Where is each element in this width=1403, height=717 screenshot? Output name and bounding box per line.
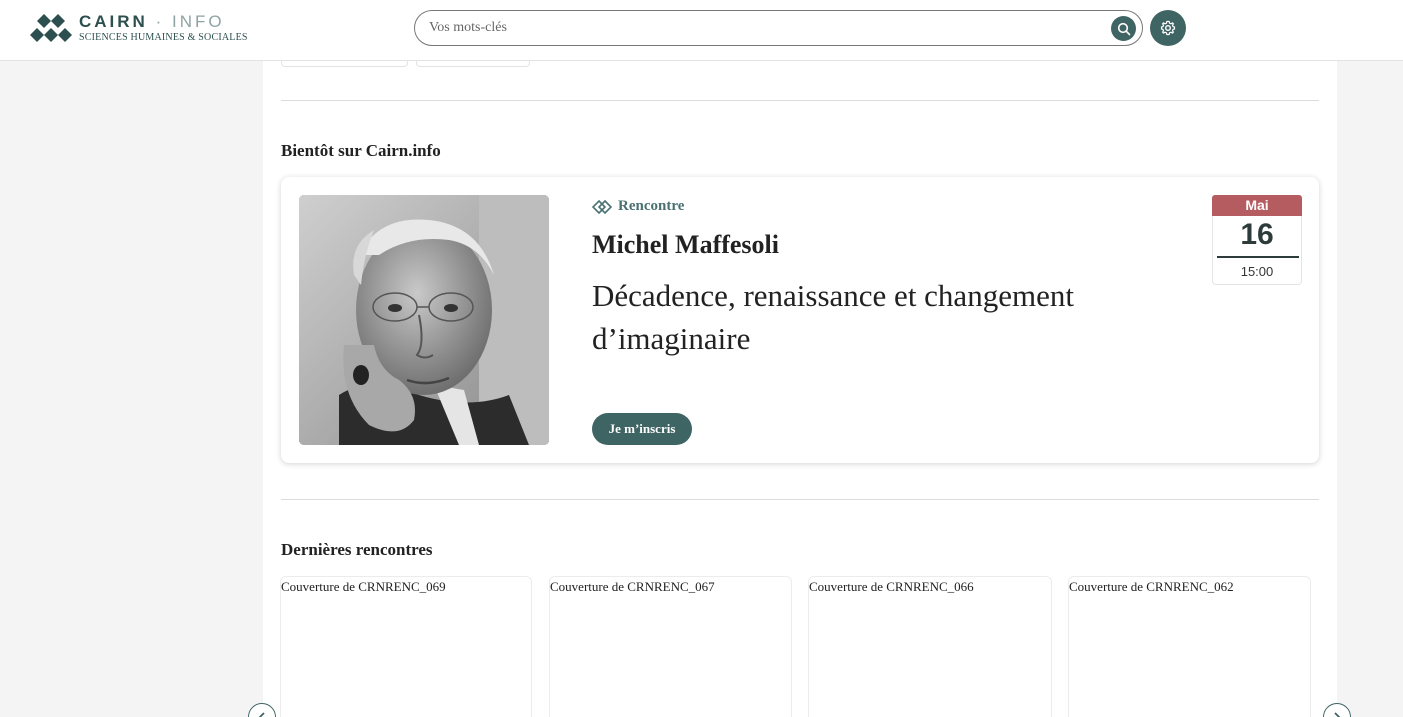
main-content: Bientôt sur Cairn.info Rencontre Michel … [263, 55, 1337, 717]
search-icon [1117, 22, 1130, 35]
divider [281, 499, 1319, 500]
chevron-right-icon [1334, 712, 1341, 717]
divider [281, 100, 1319, 101]
recent-event-card[interactable]: Couverture de CRNRENC_066 [808, 576, 1052, 717]
speaker-photo [299, 195, 549, 445]
event-type: Rencontre [592, 198, 684, 215]
register-button[interactable]: Je m’inscris [592, 413, 692, 445]
cover-alt-text: Couverture de CRNRENC_067 [550, 579, 715, 594]
cairn-logo[interactable]: CAIRN · INFO SCIENCES HUMAINES & SOCIALE… [28, 12, 258, 48]
recent-section-title: Dernières rencontres [281, 540, 433, 559]
cover-alt-text: Couverture de CRNRENC_069 [281, 579, 446, 594]
recent-event-card[interactable]: Couverture de CRNRENC_067 [549, 576, 792, 717]
event-time: 15:00 [1240, 264, 1274, 279]
event-type-label: Rencontre [618, 198, 685, 214]
settings-button[interactable] [1150, 10, 1186, 46]
search-button[interactable] [1111, 16, 1136, 41]
upcoming-event-card[interactable]: Rencontre Michel Maffesoli Décadence, re… [281, 177, 1319, 463]
recent-event-card[interactable]: Couverture de CRNRENC_062 [1068, 576, 1311, 717]
site-header: CAIRN · INFO SCIENCES HUMAINES & SOCIALE… [0, 0, 1403, 61]
logo-wordmark: CAIRN · INFO [79, 12, 225, 31]
logo-diamonds-icon [30, 14, 72, 42]
date-divider [1217, 256, 1299, 258]
event-day: 16 [1240, 218, 1274, 251]
cover-alt-text: Couverture de CRNRENC_066 [809, 579, 974, 594]
upcoming-section-title: Bientôt sur Cairn.info [281, 141, 441, 160]
speaker-name: Michel Maffesoli [592, 230, 779, 259]
event-month: Mai [1212, 195, 1302, 216]
gear-icon [1160, 20, 1176, 36]
logo-subtitle: SCIENCES HUMAINES & SOCIALES [79, 32, 248, 43]
event-date-badge: Mai 16 15:00 [1212, 195, 1302, 285]
recent-event-card[interactable]: Couverture de CRNRENC_069 [280, 576, 532, 717]
speaker-portrait-image [299, 195, 549, 445]
cover-alt-text: Couverture de CRNRENC_062 [1069, 579, 1234, 594]
search-bar [414, 10, 1143, 46]
search-input[interactable] [429, 18, 1109, 38]
chevron-left-icon [258, 712, 265, 717]
event-title[interactable]: Décadence, renaissance et changement d’i… [592, 274, 1152, 360]
diamond-icon [592, 199, 612, 214]
